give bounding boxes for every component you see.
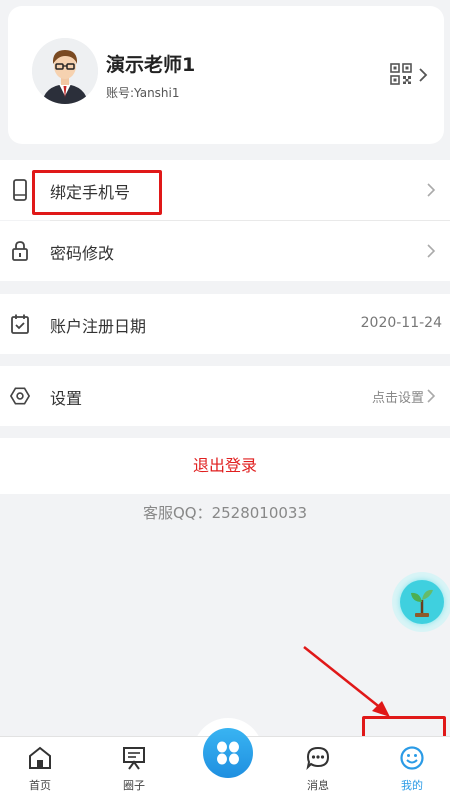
settings-hexagon-icon	[10, 387, 30, 405]
logout-button[interactable]: 退出登录	[0, 438, 450, 494]
profile-card[interactable]: 演示老师1 账号:Yanshi1	[8, 6, 444, 144]
tab-home[interactable]: 首页	[0, 737, 80, 794]
settings-hint: 点击设置	[371, 391, 424, 406]
profile-name: 演示老师1	[106, 54, 196, 76]
qr-code-icon[interactable]	[390, 63, 412, 85]
annotation-arrow	[303, 646, 390, 717]
change-password-label: 密码修改	[50, 244, 115, 263]
home-icon	[29, 746, 51, 769]
phone-icon	[13, 179, 27, 201]
tab-label: 首页	[29, 779, 51, 792]
floating-assistant-button[interactable]	[392, 572, 450, 632]
register-date-value: 2020-11-24	[360, 315, 442, 331]
bind-phone-label: 绑定手机号	[50, 183, 131, 202]
message-icon	[306, 746, 330, 771]
customer-service-text: 客服QQ：2528010033	[142, 504, 308, 522]
avatar[interactable]	[32, 38, 98, 104]
tab-label: 圈子	[123, 779, 145, 792]
profile-section: 演示老师1 账号:Yanshi1	[0, 0, 450, 152]
tab-mine[interactable]: 我的	[372, 737, 450, 794]
sprout-icon	[411, 589, 433, 617]
lock-icon	[12, 241, 28, 261]
chevron-right-icon	[419, 68, 428, 82]
settings-label: 设置	[50, 389, 83, 408]
bind-phone-row[interactable]: 绑定手机号	[0, 160, 450, 220]
calendar-check-icon	[11, 314, 29, 334]
chevron-right-icon	[427, 244, 436, 258]
tab-label: 我的	[401, 779, 423, 792]
profile-account: 账号:Yanshi1	[106, 86, 180, 100]
settings-row[interactable]: 设置 点击设置	[0, 366, 450, 426]
tab-circle[interactable]: 圈子	[94, 737, 174, 794]
chevron-right-icon	[427, 183, 436, 197]
tab-messages[interactable]: 消息	[278, 737, 358, 794]
smile-icon	[400, 746, 424, 770]
register-date-label: 账户注册日期	[50, 317, 147, 336]
tab-label: 消息	[307, 779, 329, 792]
center-apps-button[interactable]	[203, 728, 253, 778]
apps-icon	[217, 741, 239, 765]
chevron-right-icon	[427, 389, 436, 403]
change-password-row[interactable]: 密码修改	[0, 221, 450, 281]
register-date-row: 账户注册日期 2020-11-24	[0, 294, 450, 354]
board-icon	[123, 747, 145, 770]
